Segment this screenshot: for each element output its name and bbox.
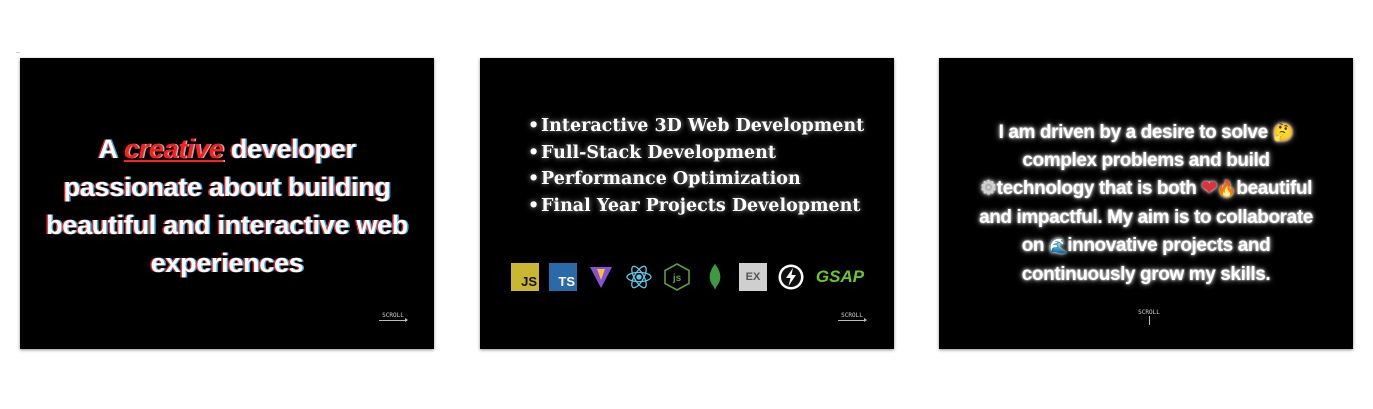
services-list: • Interactive 3D Web Development • Full-St…: [528, 113, 864, 219]
scroll-indicator[interactable]: SCROLL: [379, 312, 408, 326]
scroll-label: SCROLL: [382, 312, 404, 319]
react-icon: [625, 263, 653, 291]
tech-stack-row: JS TS js EX GSAP: [511, 262, 865, 292]
fire-icon: 🔥: [1216, 181, 1237, 198]
service-item: • Final Year Projects Development: [528, 193, 864, 220]
about-line-1: I am driven by a desire to solve 🤔: [939, 119, 1353, 147]
intro-headline: A creative developer passionate about bu…: [20, 130, 434, 282]
bullet-icon: •: [528, 195, 540, 216]
headline-line-3: beautiful and interactive web: [46, 210, 408, 240]
about-text: on: [1021, 235, 1049, 256]
about-line-2: complex problems and build: [1022, 150, 1270, 171]
about-line-4: and impactful. My aim is to collaborate: [979, 207, 1313, 228]
scroll-arrow-icon: [838, 318, 867, 322]
service-item: • Interactive 3D Web Development: [528, 113, 864, 140]
headline-prefix: A: [98, 134, 124, 164]
creative-highlight: creative: [123, 134, 224, 164]
scroll-label: SCROLL: [1138, 309, 1160, 316]
service-label: Final Year Projects Development: [541, 195, 861, 216]
about-card: I am driven by a desire to solve 🤔 compl…: [939, 58, 1353, 349]
about-statement: I am driven by a desire to solve 🤔 compl…: [939, 119, 1353, 289]
vite-icon: [587, 263, 615, 291]
about-text: innovative projects and: [1067, 235, 1271, 256]
wave-icon: 🌊: [1048, 238, 1068, 255]
scroll-arrow-icon: [1148, 316, 1150, 325]
bullet-icon: •: [528, 116, 540, 136]
headline-line-2: passionate about building: [63, 172, 391, 202]
service-label: Full-Stack Development: [541, 142, 776, 163]
express-icon: EX: [739, 263, 767, 291]
corner-mark: [16, 52, 20, 53]
heart-icon: ❤: [1201, 178, 1217, 199]
service-label: Performance Optimization: [541, 169, 801, 189]
about-text: beautiful: [1236, 178, 1312, 199]
mongodb-icon: [701, 263, 729, 291]
gear-icon: ⚙: [980, 178, 997, 199]
service-label: Interactive 3D Web Development: [541, 116, 865, 136]
about-line-3: ⚙technology that is both ❤🔥beautiful: [939, 175, 1353, 204]
typescript-icon: TS: [549, 263, 577, 291]
about-line-5: on 🌊innovative projects and: [939, 232, 1353, 261]
services-card: • Interactive 3D Web Development • Full-St…: [480, 58, 894, 349]
scroll-arrow-icon: [379, 318, 408, 322]
bullet-icon: •: [528, 142, 540, 163]
socketio-icon: [777, 263, 805, 291]
gsap-icon: GSAP: [815, 267, 865, 286]
about-text: I am driven by a desire to solve: [998, 122, 1273, 143]
headline-line-1-rest: developer: [223, 134, 356, 164]
headline-line-4: experiences: [150, 248, 304, 278]
scroll-indicator[interactable]: SCROLL: [838, 312, 867, 326]
about-line-6: continuously grow my skills.: [1021, 264, 1271, 285]
javascript-icon: JS: [511, 263, 539, 291]
intro-card: A creative developer passionate about bu…: [20, 58, 434, 349]
svg-text:js: js: [672, 273, 682, 284]
thinking-emoji-icon: 🤔: [1272, 123, 1294, 142]
bullet-icon: •: [528, 169, 540, 189]
nodejs-icon: js: [663, 263, 691, 291]
about-text: technology that is both: [996, 178, 1202, 199]
scroll-label: SCROLL: [841, 312, 863, 319]
headline-line-1: A creative developer: [20, 130, 434, 168]
service-item: • Full-Stack Development: [528, 140, 864, 167]
scroll-indicator[interactable]: SCROLL: [1135, 309, 1163, 325]
service-item: • Performance Optimization: [528, 166, 864, 193]
